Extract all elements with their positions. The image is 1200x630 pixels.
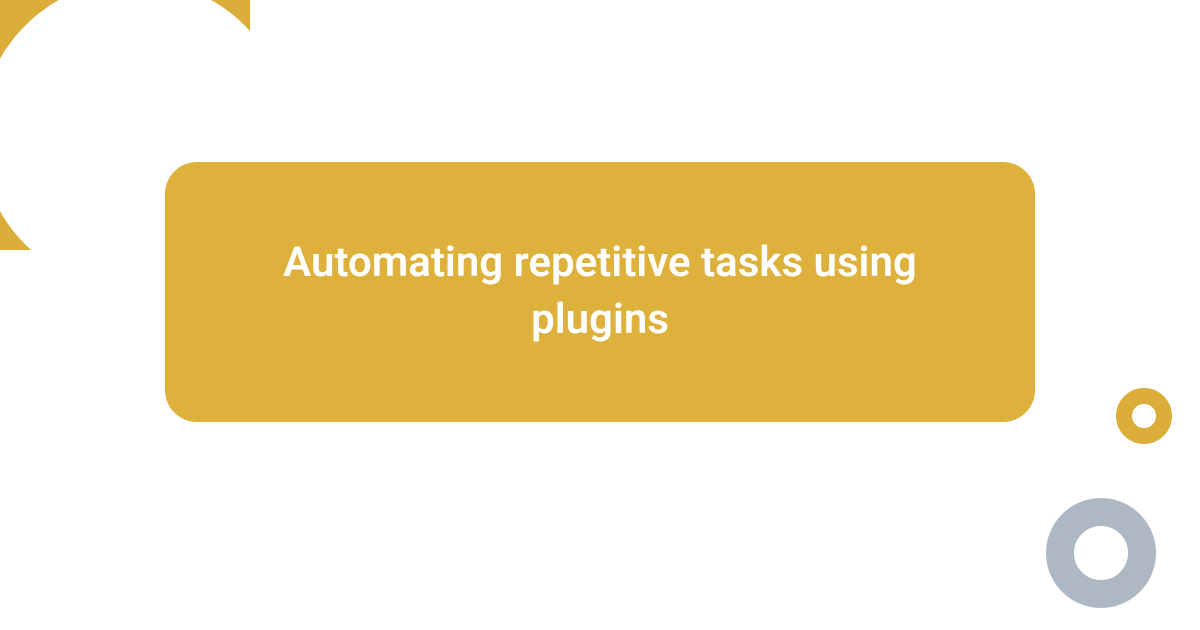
small-ring-decoration bbox=[1116, 388, 1172, 444]
title-text: Automating repetitive tasks using plugin… bbox=[225, 235, 975, 348]
large-ring-decoration bbox=[1046, 498, 1156, 608]
title-card: Automating repetitive tasks using plugin… bbox=[165, 162, 1035, 422]
